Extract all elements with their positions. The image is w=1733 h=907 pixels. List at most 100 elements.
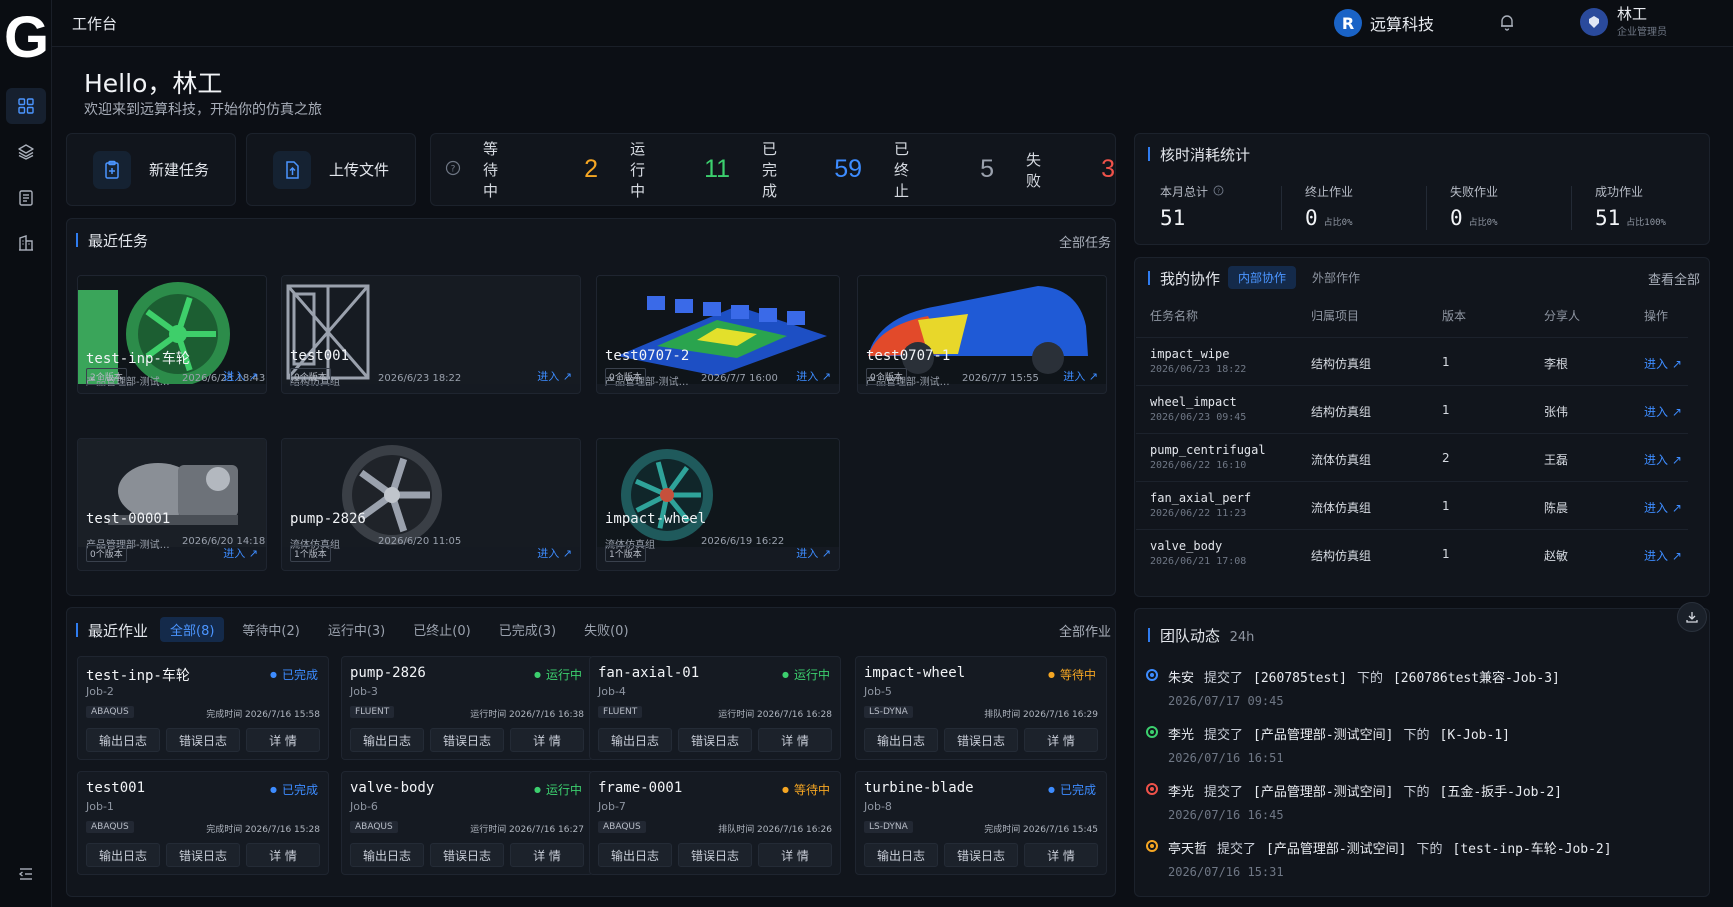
task-card[interactable]: test0707-2 产品管理部-测试… 2026/7/7 16:00 0个版本 进入 … xyxy=(596,275,840,394)
detail-button[interactable]: 详 情 xyxy=(510,843,584,867)
dashboard-icon[interactable] xyxy=(6,88,46,124)
output-log-button[interactable]: 输出日志 xyxy=(598,728,672,752)
activity-space[interactable]: [产品管理部-测试空间] xyxy=(1253,728,1393,743)
collab-sharer: 张伟 xyxy=(1544,405,1569,419)
status-item[interactable]: 失败 3 xyxy=(1026,149,1115,191)
job-solver-badge: ABAQUS xyxy=(350,821,398,833)
view-all-collab-link[interactable]: 查看全部 xyxy=(1648,269,1700,288)
output-log-button[interactable]: 输出日志 xyxy=(86,843,160,867)
new-task-button[interactable]: 新建任务 xyxy=(66,133,236,206)
collab-enter-link[interactable]: 进入 ↗ xyxy=(1644,355,1682,372)
error-log-button[interactable]: 错误日志 xyxy=(430,728,504,752)
task-enter-link[interactable]: 进入 ↗ xyxy=(223,545,258,561)
task-enter-link[interactable]: 进入 ↗ xyxy=(537,545,572,561)
task-card[interactable]: impact-wheel 流体仿真组 2026/6/19 16:22 1个版本 进入 ↗ xyxy=(596,438,840,571)
job-actions: 输出日志 错误日志详 情 xyxy=(86,728,320,752)
status-item[interactable]: 已终止 5 xyxy=(894,138,994,201)
task-enter-link[interactable]: 进入 ↗ xyxy=(796,368,831,384)
all-tasks-link[interactable]: 全部任务 xyxy=(1059,232,1111,251)
activity-under: 下的 xyxy=(1416,842,1443,857)
job-name: frame-0001 xyxy=(598,780,683,796)
task-card[interactable]: pump-2826 流体仿真组 2026/6/20 11:05 1个版本 进入 ↗ xyxy=(281,438,581,571)
collab-enter-link[interactable]: 进入 ↗ xyxy=(1644,547,1682,564)
job-card: frame-0001 Job-7 等待中 ABAQUS 排队时间 2026/7/16 1… xyxy=(589,771,841,875)
detail-button[interactable]: 详 情 xyxy=(246,728,320,752)
collapse-menu-icon[interactable] xyxy=(6,856,46,892)
collab-project: 结构仿真组 xyxy=(1311,405,1372,419)
app-logo[interactable]: G xyxy=(4,8,49,68)
detail-button[interactable]: 详 情 xyxy=(510,728,584,752)
detail-button[interactable]: 详 情 xyxy=(1024,728,1098,752)
tab-internal-collab[interactable]: 内部协作 xyxy=(1228,266,1297,289)
task-enter-link[interactable]: 进入 ↗ xyxy=(1063,368,1098,384)
error-log-button[interactable]: 错误日志 xyxy=(944,728,1018,752)
collab-enter-link[interactable]: 进入 ↗ xyxy=(1644,403,1682,420)
job-filter-tab[interactable]: 等待中(2) xyxy=(232,617,309,642)
activity-job[interactable]: [260786test兼容-Job-3] xyxy=(1393,671,1560,686)
task-card[interactable]: test-inp-车轮 产品管理部-测试… 2026/6/23 18:43 2个版本进… xyxy=(77,275,267,394)
bell-icon[interactable] xyxy=(1498,13,1516,35)
activity-user: 亭天哲 xyxy=(1168,842,1208,857)
divider xyxy=(1281,186,1282,230)
output-log-button[interactable]: 输出日志 xyxy=(864,843,938,867)
download-icon[interactable] xyxy=(1677,602,1707,632)
upload-file-button[interactable]: 上传文件 xyxy=(246,133,416,206)
detail-button[interactable]: 详 情 xyxy=(1024,843,1098,867)
activity-job[interactable]: [test-inp-车轮-Job-2] xyxy=(1453,842,1612,857)
task-card[interactable]: test001 结构仿真组 2026/6/23 18:22 0个版本 进入 ↗ xyxy=(281,275,581,394)
activity-job[interactable]: [五金-扳手-Job-2] xyxy=(1440,785,1562,800)
task-enter-link[interactable]: 进入 ↗ xyxy=(223,368,258,384)
detail-button[interactable]: 详 情 xyxy=(758,843,832,867)
activity-space[interactable]: [产品管理部-测试空间] xyxy=(1266,842,1406,857)
error-log-button[interactable]: 错误日志 xyxy=(166,728,240,752)
collab-task-date: 2026/06/23 18:22 xyxy=(1150,364,1247,375)
status-label: 等待中 xyxy=(483,140,499,200)
job-filter-tab[interactable]: 已终止(0) xyxy=(403,617,480,642)
task-version-badge: 0个版本 xyxy=(866,368,907,385)
document-icon[interactable] xyxy=(6,180,46,216)
job-card: impact-wheel Job-5 等待中 LS-DYNA 排队时间 2026/7/1… xyxy=(855,656,1107,760)
all-jobs-link[interactable]: 全部作业 xyxy=(1059,621,1111,640)
activity-text: 李光 提交了 [产品管理部-测试空间] 下的 [K-Job-1] xyxy=(1168,724,1510,743)
building-icon[interactable] xyxy=(6,225,46,261)
task-enter-link[interactable]: 进入 ↗ xyxy=(796,545,831,561)
output-log-button[interactable]: 输出日志 xyxy=(350,843,424,867)
activity-text: 李光 提交了 [产品管理部-测试空间] 下的 [五金-扳手-Job-2] xyxy=(1168,781,1562,800)
error-log-button[interactable]: 错误日志 xyxy=(430,843,504,867)
output-log-button[interactable]: 输出日志 xyxy=(864,728,938,752)
task-enter-link[interactable]: 进入 ↗ xyxy=(537,368,572,384)
core-hours-stat: 成功作业 51 占比100% xyxy=(1595,183,1666,230)
status-item[interactable]: 等待中 2 xyxy=(483,138,598,201)
help-icon[interactable]: ? xyxy=(1213,185,1224,199)
detail-button[interactable]: 详 情 xyxy=(246,843,320,867)
error-log-button[interactable]: 错误日志 xyxy=(678,728,752,752)
output-log-button[interactable]: 输出日志 xyxy=(598,843,672,867)
task-name: test-00001 xyxy=(86,511,171,527)
task-card[interactable]: test0707-1 产品管理部-测试… 2026/7/7 15:55 0个版本 进入 … xyxy=(857,275,1107,394)
error-log-button[interactable]: 错误日志 xyxy=(678,843,752,867)
user-menu[interactable]: 林工 企业管理员 xyxy=(1580,6,1667,38)
error-log-button[interactable]: 错误日志 xyxy=(166,843,240,867)
job-name: fan-axial-01 xyxy=(598,665,700,681)
job-filter-tab[interactable]: 失败(0) xyxy=(574,617,638,642)
job-filter-tab[interactable]: 已完成(3) xyxy=(489,617,566,642)
detail-button[interactable]: 详 情 xyxy=(758,728,832,752)
output-log-button[interactable]: 输出日志 xyxy=(86,728,160,752)
collab-enter-link[interactable]: 进入 ↗ xyxy=(1644,499,1682,516)
collab-task-name: pump_centrifugal xyxy=(1150,443,1266,457)
help-icon[interactable]: ? xyxy=(445,160,461,180)
output-log-button[interactable]: 输出日志 xyxy=(350,728,424,752)
job-filter-tab[interactable]: 全部(8) xyxy=(160,617,225,642)
activity-job[interactable]: [K-Job-1] xyxy=(1440,728,1510,743)
tab-external-collab[interactable]: 外部作作 xyxy=(1302,266,1370,289)
collab-enter-link[interactable]: 进入 ↗ xyxy=(1644,451,1682,468)
job-filter-tab[interactable]: 运行中(3) xyxy=(318,617,395,642)
collab-row: wheel_impact 2026/06/23 09:45 结构仿真组 1 张伟 进入 ↗ xyxy=(1136,385,1688,433)
task-card[interactable]: test-00001 产品管理部-测试… 2026/6/20 14:18 0个版本 进入… xyxy=(77,438,267,571)
error-log-button[interactable]: 错误日志 xyxy=(944,843,1018,867)
status-item[interactable]: 已完成 59 xyxy=(762,138,862,201)
activity-space[interactable]: [产品管理部-测试空间] xyxy=(1253,785,1393,800)
activity-space[interactable]: [260785test] xyxy=(1253,671,1347,686)
status-item[interactable]: 运行中 11 xyxy=(630,138,730,201)
layers-icon[interactable] xyxy=(6,134,46,170)
